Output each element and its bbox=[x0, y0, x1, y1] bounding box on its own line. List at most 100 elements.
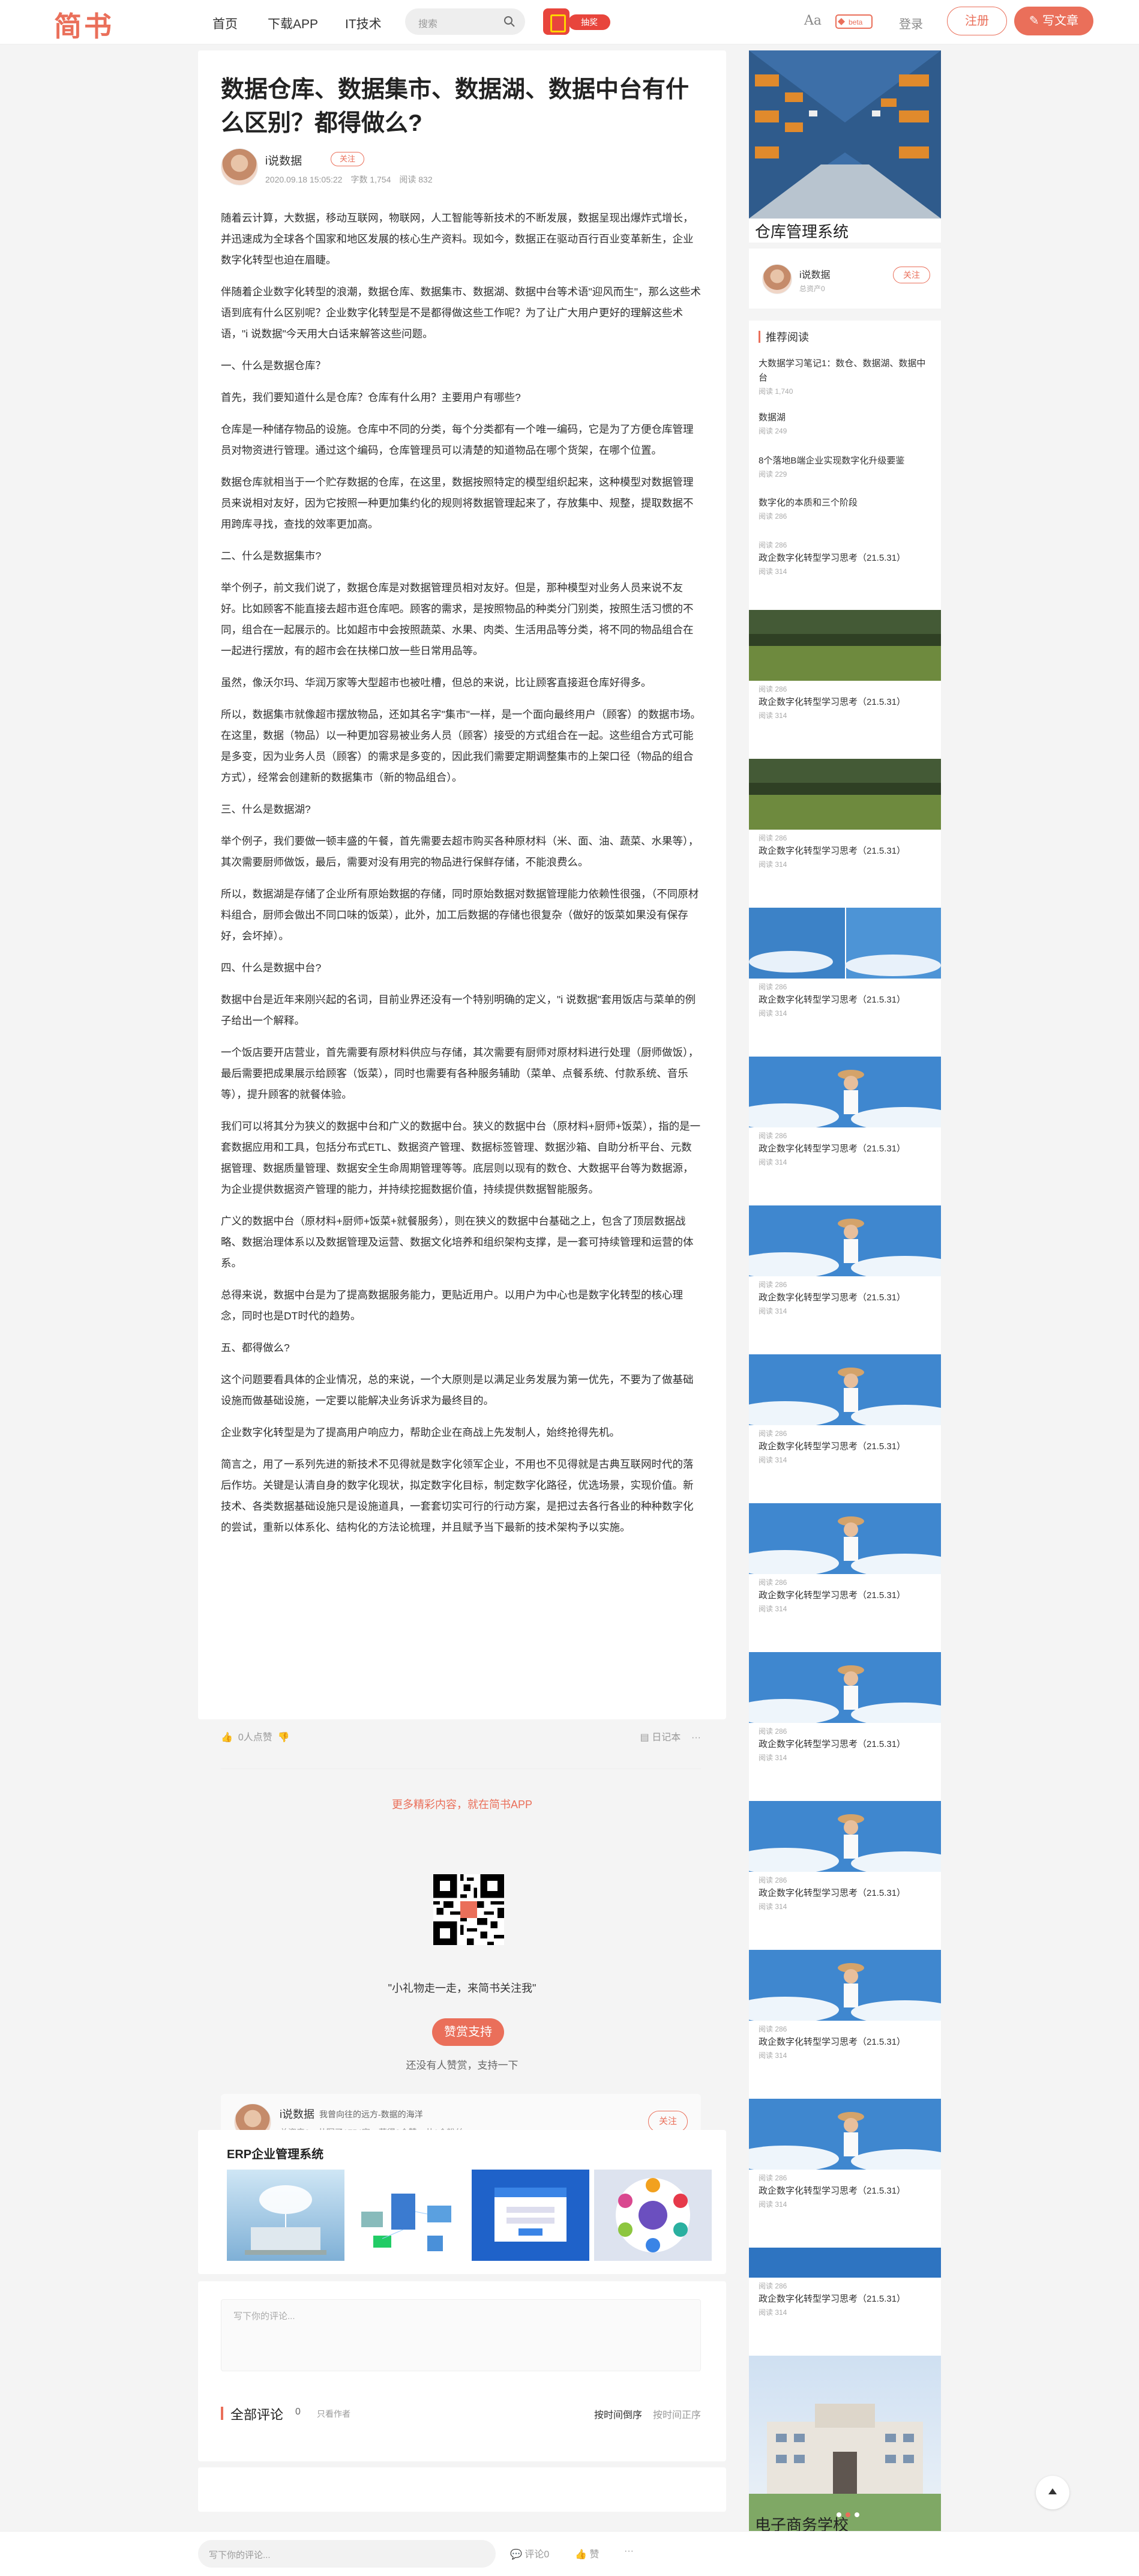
search-box[interactable]: 搜索 bbox=[405, 8, 525, 35]
bottom-comment-button[interactable]: 💬 评论0 bbox=[510, 2546, 549, 2560]
search-icon[interactable] bbox=[503, 16, 515, 28]
sort-asc-link[interactable]: 按时间正序 bbox=[653, 2407, 701, 2421]
follow-button[interactable]: 关注 bbox=[331, 152, 364, 166]
nav-home[interactable]: 首页 bbox=[212, 14, 238, 32]
beta-badge-icon[interactable]: beta bbox=[835, 14, 873, 29]
comment-input[interactable]: 写下你的评论... bbox=[221, 2299, 701, 2371]
bottom-more-button[interactable]: ··· bbox=[624, 2546, 634, 2557]
list-item[interactable]: 阅读 286 政企数字化转型学习思考（21.5.31） 阅读 314 bbox=[759, 832, 933, 870]
item-reads: 阅读 314 bbox=[759, 2051, 787, 2060]
article-card: 数据仓库、数据集市、数据湖、数据中台有什么区别？都得做么? i说数据 关注 20… bbox=[198, 50, 726, 2150]
item-title: 政企数字化转型学习思考（21.5.31） bbox=[759, 1888, 906, 1898]
item-reads: 阅读 286 bbox=[759, 1727, 787, 1736]
author-name[interactable]: i说数据 bbox=[280, 2106, 314, 2122]
list-item[interactable]: 8个落地B端企业实现数字化升级要鉴 阅读 229 bbox=[759, 454, 933, 480]
only-author-toggle[interactable]: 只看作者 bbox=[317, 2408, 350, 2420]
item-reads: 阅读 314 bbox=[759, 2200, 787, 2209]
recommend-thumbnail[interactable] bbox=[749, 1205, 941, 1276]
more-icon[interactable]: ··· bbox=[691, 1733, 701, 1743]
item-reads: 阅读 314 bbox=[759, 1009, 787, 1018]
svg-text:beta: beta bbox=[849, 18, 863, 26]
list-item[interactable]: 阅读 286 政企数字化转型学习思考（21.5.31） 阅读 314 bbox=[759, 2172, 933, 2210]
list-item[interactable]: 阅读 286 政企数字化转型学习思考（21.5.31） 阅读 314 bbox=[759, 1725, 933, 1764]
follow-button[interactable]: 关注 bbox=[893, 267, 930, 283]
recommend-thumbnail[interactable] bbox=[749, 2099, 941, 2170]
thumb-up-icon: 👍 bbox=[575, 2550, 587, 2560]
thumb-up-icon[interactable]: 👍 bbox=[221, 1733, 233, 1743]
like-area[interactable]: 👍 0人点赞 👎 bbox=[221, 1729, 290, 1743]
comment-placeholder: 写下你的评论... bbox=[233, 2311, 295, 2321]
ad-title[interactable]: ERP企业管理系统 bbox=[227, 2144, 323, 2162]
author-avatar[interactable] bbox=[221, 148, 258, 186]
recommend-thumbnail[interactable] bbox=[749, 2248, 941, 2278]
login-link[interactable]: 登录 bbox=[899, 14, 923, 32]
cloud-laptop-image[interactable] bbox=[227, 2170, 344, 2261]
section-heading: 四、什么是数据中台? bbox=[221, 962, 322, 974]
erp-login-image[interactable] bbox=[472, 2170, 589, 2261]
recommend-thumbnail[interactable] bbox=[749, 1950, 941, 2021]
list-item[interactable]: 数据湖 阅读 249 bbox=[759, 411, 933, 437]
diary-link[interactable]: 日记本 bbox=[652, 1733, 681, 1743]
item-reads: 阅读 314 bbox=[759, 2308, 787, 2317]
recommend-thumbnail[interactable] bbox=[749, 610, 941, 681]
recommend-thumbnail[interactable] bbox=[749, 1652, 941, 1723]
list-item[interactable]: 阅读 286 政企数字化转型学习思考（21.5.31） 阅读 314 bbox=[759, 2280, 933, 2318]
bottom-like-button[interactable]: 👍 赞 bbox=[575, 2546, 599, 2560]
paragraph: 仓库是一种储存物品的设施。仓库中不同的分类，每个分类都有一个唯一编码，它是为了方… bbox=[221, 423, 694, 456]
list-item[interactable]: 阅读 286 政企数字化转型学习思考（21.5.31） 阅读 314 bbox=[759, 683, 933, 722]
sidebar-ad[interactable]: 仓库管理系统 bbox=[749, 50, 941, 243]
item-reads: 阅读 286 bbox=[759, 1280, 787, 1289]
school-image[interactable]: 电子商务学校 bbox=[749, 2356, 941, 2536]
paragraph: 企业数字化转型是为了提高用户响应力，帮助企业在商战上先发制人，始终抢得先机。 bbox=[221, 1426, 620, 1438]
section-heading: 三、什么是数据湖? bbox=[221, 803, 311, 815]
follow-button[interactable]: 关注 bbox=[648, 2111, 688, 2132]
list-item[interactable]: 阅读 286 政企数字化转型学习思考（21.5.31） 阅读 314 bbox=[759, 1874, 933, 1913]
list-item[interactable]: 阅读 286 政企数字化转型学习思考（21.5.31） 阅读 314 bbox=[759, 539, 933, 578]
collection-area: ▤ 日记本 ··· bbox=[640, 1729, 701, 1743]
list-item[interactable]: 数字化的本质和三个阶段 阅读 286 bbox=[759, 496, 933, 522]
font-toggle[interactable]: Aa bbox=[804, 13, 822, 28]
bottom-comment-bar: 写下你的评论... 💬 评论0 👍 赞 ··· bbox=[0, 2531, 1139, 2576]
item-reads: 阅读 314 bbox=[759, 711, 787, 720]
sort-desc-link[interactable]: 按时间倒序 bbox=[594, 2407, 642, 2421]
list-item[interactable]: 阅读 286 政企数字化转型学习思考（21.5.31） 阅读 314 bbox=[759, 1130, 933, 1168]
recommend-thumbnail[interactable] bbox=[749, 1354, 941, 1425]
write-article-button[interactable]: ✎ 写文章 bbox=[1014, 7, 1093, 35]
register-button[interactable]: 注册 bbox=[947, 7, 1007, 35]
paragraph: 举个例子，前文我们说了，数据仓库是对数据管理员相对友好。但是，那种模型对业务人员… bbox=[221, 582, 694, 657]
author-name[interactable]: i说数据 bbox=[265, 152, 302, 168]
author-avatar[interactable] bbox=[762, 264, 792, 294]
recommend-thumbnail[interactable] bbox=[749, 1057, 941, 1127]
list-item[interactable]: 阅读 286 政企数字化转型学习思考（21.5.31） 阅读 314 bbox=[759, 2023, 933, 2062]
item-reads: 阅读 314 bbox=[759, 860, 787, 869]
item-reads: 阅读 286 bbox=[759, 2174, 787, 2182]
recommend-thumbnail[interactable] bbox=[749, 759, 941, 830]
app-circle-image[interactable] bbox=[594, 2170, 712, 2261]
list-item[interactable]: 大数据学习笔记1：数仓、数据湖、数据中台 阅读 1,740 bbox=[759, 357, 933, 397]
more-in-app-text[interactable]: 更多精彩内容，就在简书APP bbox=[198, 1796, 726, 1812]
network-devices-image[interactable] bbox=[349, 2170, 467, 2261]
item-title: 政企数字化转型学习思考（21.5.31） bbox=[759, 553, 906, 563]
jianshu-logo[interactable]: 简书 bbox=[54, 5, 114, 44]
item-reads: 阅读 286 bbox=[759, 1132, 787, 1140]
item-title: 政企数字化转型学习思考（21.5.31） bbox=[759, 1441, 906, 1452]
author-assets: 总资产0 bbox=[799, 285, 825, 293]
paragraph: 这个问题要看具体的企业情况，总的来说，一个大原则是以满足业务发展为第一优先，不要… bbox=[221, 1374, 694, 1407]
lottery-promo[interactable]: 抽奖 bbox=[543, 8, 613, 35]
recommend-thumbnail[interactable] bbox=[749, 1801, 941, 1872]
recommend-thumbnail[interactable] bbox=[749, 1503, 941, 1574]
back-to-top-button[interactable] bbox=[1036, 2476, 1069, 2509]
author-name[interactable]: i说数据 bbox=[799, 267, 831, 281]
nav-it-tech[interactable]: IT技术 bbox=[345, 14, 382, 32]
item-reads: 阅读 286 bbox=[759, 1429, 787, 1438]
bottom-comment-input[interactable]: 写下你的评论... bbox=[198, 2540, 496, 2568]
list-item[interactable]: 阅读 286 政企数字化转型学习思考（21.5.31） 阅读 314 bbox=[759, 981, 933, 1019]
list-item[interactable]: 阅读 286 政企数字化转型学习思考（21.5.31） 阅读 314 bbox=[759, 1576, 933, 1615]
reward-button[interactable]: 赞赏支持 bbox=[432, 2018, 504, 2046]
recommend-thumbnail[interactable] bbox=[749, 908, 941, 979]
list-item[interactable]: 阅读 286 政企数字化转型学习思考（21.5.31） 阅读 314 bbox=[759, 1279, 933, 1317]
list-item[interactable]: 阅读 286 政企数字化转型学习思考（21.5.31） 阅读 314 bbox=[759, 1428, 933, 1466]
nav-download-app[interactable]: 下载APP bbox=[268, 14, 318, 32]
thumb-down-icon[interactable]: 👎 bbox=[278, 1733, 290, 1743]
paragraph: 数据仓库就相当于一个贮存数据的仓库，在这里，数据按照特定的模型组织起来，这种模型… bbox=[221, 476, 694, 530]
